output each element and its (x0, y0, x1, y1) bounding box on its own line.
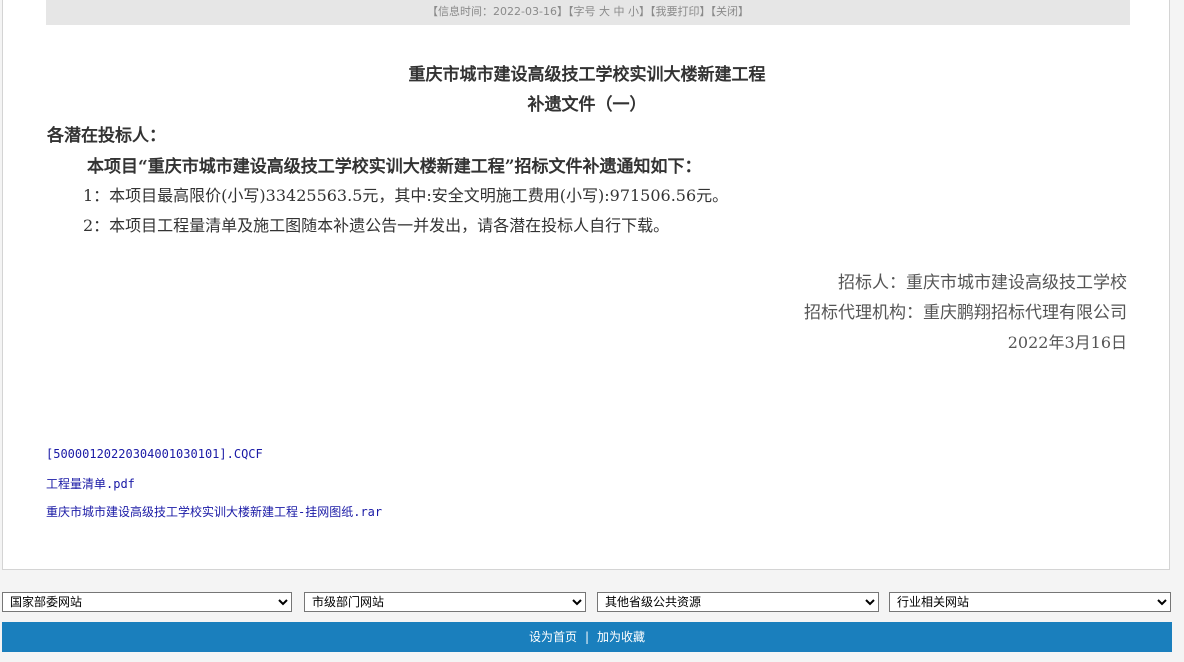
notice-item-2: 2：本项目工程量清单及施工图随本补遗公告一并发出，请各潜在投标人自行下载。 (83, 216, 670, 235)
industry-sites-select[interactable]: 行业相关网站 (889, 592, 1171, 612)
footer-separator: | (584, 630, 590, 644)
attachment-drawings-rar-link[interactable]: 重庆市城市建设高级技工学校实训大楼新建工程-挂网图纸.rar (46, 503, 382, 520)
close-link[interactable]: 【关闭】 (710, 5, 749, 18)
ministry-sites-select[interactable]: 国家部委网站 (2, 592, 292, 612)
municipal-sites-select[interactable]: 市级部门网站 (304, 592, 586, 612)
font-large-link[interactable]: 大 (599, 5, 610, 18)
info-time: 【信息时间：2022-03-16】 (427, 5, 568, 18)
set-home-link[interactable]: 设为首页 (529, 630, 577, 644)
footer-bar: 设为首页 | 加为收藏 (2, 622, 1172, 652)
print-link[interactable]: 【我要打印】 (650, 5, 711, 18)
link-selects: 国家部委网站 市级部门网站 其他省级公共资源 行业相关网站 (2, 592, 1172, 612)
info-bar: 【信息时间：2022-03-16】【字号 大 中 小】【我要打印】【关闭】 (46, 0, 1130, 25)
document-title: 重庆市城市建设高级技工学校实训大楼新建工程 (408, 65, 766, 85)
page: 【信息时间：2022-03-16】【字号 大 中 小】【我要打印】【关闭】 重庆… (0, 0, 1184, 662)
content-panel: 【信息时间：2022-03-16】【字号 大 中 小】【我要打印】【关闭】 重庆… (2, 0, 1170, 570)
font-small-link[interactable]: 小 (628, 5, 639, 18)
signature-tenderer: 招标人：重庆市城市建设高级技工学校 (838, 273, 1127, 293)
font-size-label: 【字号 (567, 5, 599, 18)
document-subtitle: 补遗文件（一） (527, 95, 647, 115)
notice-line: 本项目“重庆市城市建设高级技工学校实训大楼新建工程”招标文件补遗通知如下： (87, 157, 702, 177)
attachment-bill-pdf-link[interactable]: 工程量清单.pdf (46, 475, 135, 492)
add-favorite-link[interactable]: 加为收藏 (597, 630, 645, 644)
font-size-end: 】 (638, 5, 650, 18)
notice-item-1: 1：本项目最高限价(小写)33425563.5元，其中:安全文明施工费用(小写)… (83, 186, 729, 205)
attachment-cqcf-link[interactable]: [500001202203040010301​01].CQCF (46, 447, 263, 461)
signature-agency: 招标代理机构：重庆鹏翔招标代理有限公司 (804, 303, 1127, 323)
provincial-resources-select[interactable]: 其他省级公共资源 (597, 592, 879, 612)
salutation: 各潜在投标人： (47, 126, 166, 146)
font-medium-link[interactable]: 中 (613, 5, 624, 18)
signature-date: 2022年3月16日 (1007, 333, 1127, 352)
